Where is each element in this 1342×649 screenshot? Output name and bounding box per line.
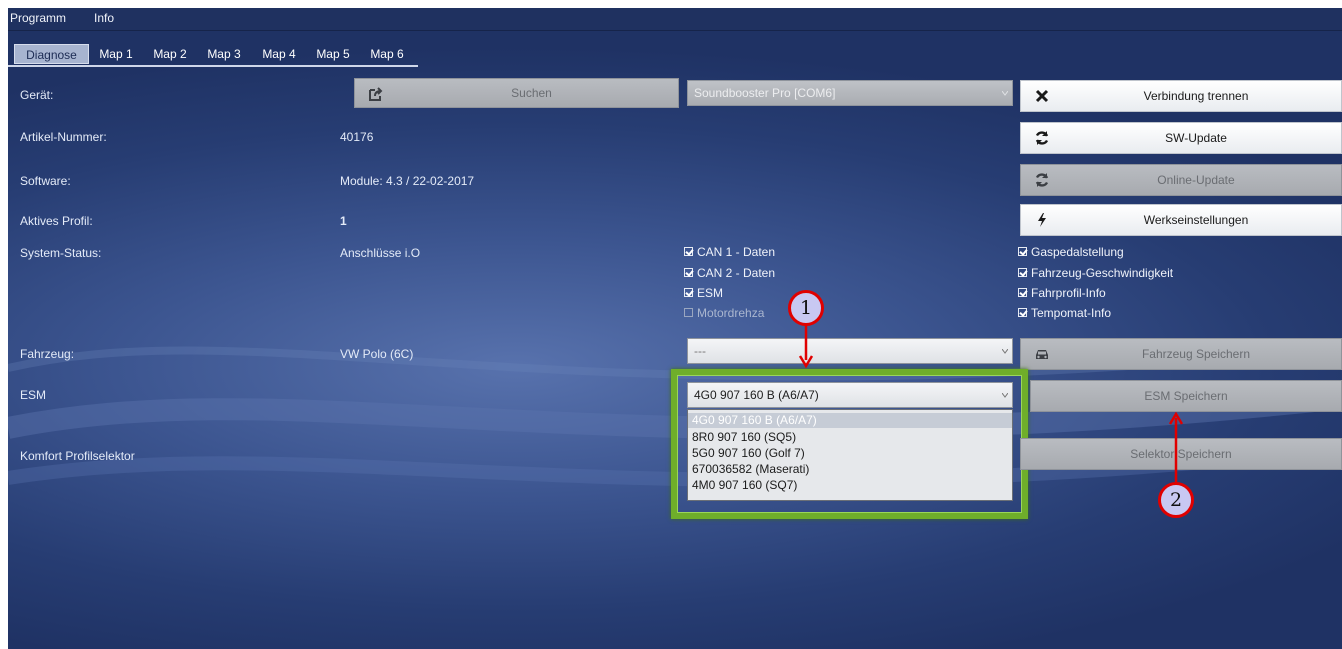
checkbox-drive-profile[interactable] [1018, 288, 1027, 297]
esm-option[interactable]: 5G0 907 160 (Golf 7) [688, 446, 1012, 461]
tab-map-4[interactable]: Map 4 [255, 44, 303, 64]
share-icon [369, 87, 383, 101]
article-number: 40176 [340, 130, 374, 144]
esm-option-selected[interactable]: 4G0 907 160 B (A6/A7) [688, 413, 1012, 428]
close-x-icon [1035, 89, 1049, 103]
disconnect-button[interactable]: Verbindung trennen [1020, 80, 1342, 112]
system-status-value: Anschlüsse i.O [340, 246, 421, 260]
disconnect-label: Verbindung trennen [1143, 89, 1249, 103]
factory-reset-button[interactable]: Werkseinstellungen [1020, 204, 1342, 236]
check-engine-speed-label: Motordrehza [697, 306, 765, 320]
chevron-down-icon [1002, 393, 1008, 398]
esm-option[interactable]: 8R0 907 160 (SQ5) [688, 430, 1012, 445]
app-window: Programm Info Diagnose Map 1 Map 2 Map 3… [8, 8, 1342, 649]
callout-badge-2: 2 [1158, 482, 1194, 518]
status-label: System-Status: [20, 246, 102, 260]
esm-save-label: ESM Speichern [1144, 389, 1228, 403]
callout-arrow-up [1168, 412, 1184, 482]
checkbox-can2[interactable] [684, 268, 693, 277]
esm-select-value: 4G0 907 160 B (A6/A7) [694, 388, 819, 402]
search-button[interactable]: Suchen [354, 78, 679, 108]
vehicle-save-label: Fahrzeug Speichern [1141, 347, 1251, 361]
esm-label: ESM [20, 388, 47, 402]
sw-update-button[interactable]: SW-Update [1020, 122, 1342, 154]
menu-programm[interactable]: Programm [10, 11, 66, 25]
device-select-value: Soundbooster Pro [COM6] [694, 86, 836, 100]
profile-label: Aktives Profil: [20, 214, 93, 228]
tab-map-3[interactable]: Map 3 [200, 44, 248, 64]
checkbox-can1[interactable] [684, 247, 693, 256]
checkbox-throttle[interactable] [1018, 247, 1027, 256]
device-select[interactable]: Soundbooster Pro [COM6] [687, 80, 1013, 106]
vehicle-select-value: --- [694, 344, 706, 358]
factory-reset-label: Werkseinstellungen [1143, 213, 1249, 227]
tab-underline [8, 65, 418, 67]
check-vehicle-speed-label: Fahrzeug-Geschwindigkeit [1031, 266, 1174, 280]
esm-option[interactable]: 670036582 (Maserati) [688, 462, 1012, 477]
tab-map-2[interactable]: Map 2 [146, 44, 194, 64]
bolt-icon [1038, 213, 1046, 227]
vehicle-save-button[interactable]: Fahrzeug Speichern [1020, 338, 1342, 370]
vehicle-select[interactable]: --- [687, 338, 1013, 364]
checkbox-vehicle-speed[interactable] [1018, 268, 1027, 277]
callout-arrow-down [798, 324, 814, 369]
check-can2-label: CAN 2 - Daten [697, 266, 776, 280]
vehicle-label: Fahrzeug: [20, 347, 75, 361]
active-profile-value: 1 [340, 214, 347, 228]
software-label: Software: [20, 174, 71, 188]
check-esm-label: ESM [697, 286, 724, 300]
tab-map-5[interactable]: Map 5 [309, 44, 357, 64]
menu-info[interactable]: Info [94, 11, 114, 25]
software-version: Module: 4.3 / 22-02-2017 [340, 174, 475, 188]
vehicle-value: VW Polo (6C) [340, 347, 414, 361]
esm-save-button[interactable]: ESM Speichern [1030, 380, 1342, 412]
chevron-down-icon [1002, 91, 1008, 96]
refresh-icon [1035, 131, 1049, 145]
esm-dropdown-list: 4G0 907 160 B (A6/A7) 8R0 907 160 (SQ5) … [687, 409, 1013, 501]
chevron-down-icon [1002, 349, 1008, 354]
check-throttle-label: Gaspedalstellung [1031, 245, 1124, 259]
check-can1-label: CAN 1 - Daten [697, 245, 776, 259]
check-cruise-control-label: Tempomat-Info [1031, 306, 1112, 320]
esm-option[interactable]: 4M0 907 160 (SQ7) [688, 478, 1012, 493]
comfort-profile-label: Komfort Profilselektor [20, 449, 135, 463]
checkbox-esm[interactable] [684, 288, 693, 297]
tab-bar: Diagnose Map 1 Map 2 Map 3 Map 4 Map 5 M… [8, 44, 418, 64]
refresh-icon [1035, 173, 1049, 187]
checkbox-cruise-control[interactable] [1018, 308, 1027, 317]
car-icon [1036, 350, 1048, 359]
checkbox-engine-speed[interactable] [684, 308, 693, 317]
tab-map-6[interactable]: Map 6 [363, 44, 411, 64]
menu-bar: Programm Info [8, 8, 1342, 31]
tab-diagnose[interactable]: Diagnose [14, 44, 89, 64]
article-label: Artikel-Nummer: [20, 130, 107, 144]
online-update-label: Online-Update [1157, 173, 1235, 187]
online-update-button[interactable]: Online-Update [1020, 164, 1342, 196]
esm-select[interactable]: 4G0 907 160 B (A6/A7) [687, 382, 1013, 408]
callout-badge-1: 1 [788, 290, 824, 326]
check-drive-profile-label: Fahrprofil-Info [1031, 286, 1106, 300]
search-button-label: Suchen [511, 86, 552, 100]
tab-map-1[interactable]: Map 1 [92, 44, 140, 64]
device-label: Gerät: [20, 88, 54, 102]
sw-update-label: SW-Update [1165, 131, 1227, 145]
